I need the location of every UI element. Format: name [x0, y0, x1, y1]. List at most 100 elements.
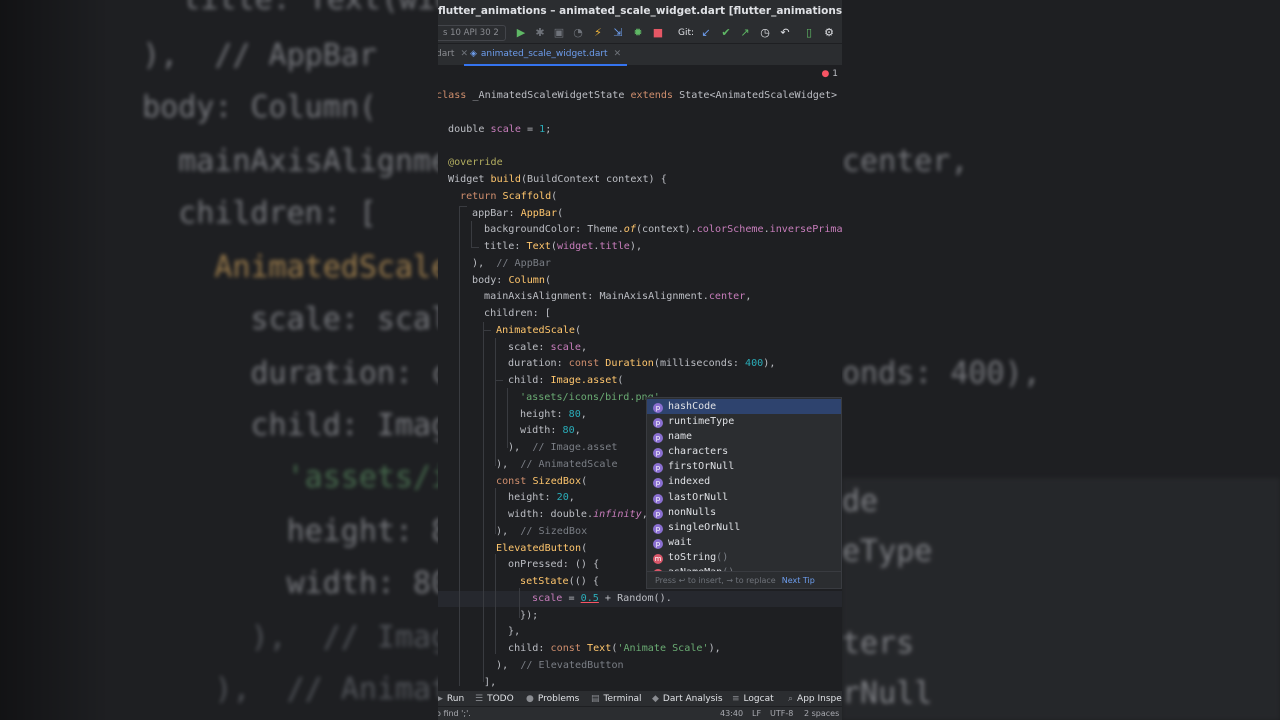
- app-inspection-icon: ⌕: [788, 694, 794, 704]
- dart-analysis-icon: ◆: [652, 694, 659, 704]
- code-line: ElevatedButton(: [496, 543, 588, 554]
- background-popup: de eType ters rNull: [842, 478, 1280, 720]
- completion-item[interactable]: p hashCode: [647, 399, 841, 415]
- code-line: width: double.infinity,: [508, 509, 648, 520]
- logcat-icon: ≡: [732, 694, 740, 704]
- indent-guide: [507, 388, 508, 448]
- dart-file-icon: ◈: [470, 49, 477, 59]
- code-line: height: 80,: [520, 409, 587, 420]
- code-line: 'assets/icons/bird.png',: [520, 392, 666, 403]
- completion-item[interactable]: p firstOrNull: [647, 459, 841, 474]
- tool-window-terminal[interactable]: ▤ Terminal: [591, 691, 642, 707]
- code-line: double scale = 1;: [448, 124, 552, 135]
- bg-line: child: Image: [106, 408, 468, 443]
- property-icon: p: [653, 539, 663, 549]
- code-line: body: Column(: [472, 275, 552, 286]
- tool-window-app-inspection[interactable]: ⌕ App Inspe: [788, 691, 842, 707]
- caret-position[interactable]: 43:40: [720, 707, 743, 720]
- bg-line: children: [: [106, 196, 377, 231]
- tab-animated-scale-widget[interactable]: ◈ animated_scale_widget.dart ✕: [464, 44, 628, 66]
- bg-line: ), // Animate: [106, 672, 468, 707]
- code-line: height: 20,: [508, 492, 575, 503]
- indent-setting[interactable]: 2 spaces: [804, 707, 839, 720]
- window-title: flutter_animations – animated_scale_widg…: [438, 0, 842, 22]
- tool-window-dart-analysis[interactable]: ◆ Dart Analysis: [652, 691, 723, 707]
- completion-item[interactable]: p wait: [647, 535, 841, 550]
- code-line: children: [: [484, 308, 551, 319]
- indent-guide: [495, 338, 496, 466]
- terminal-icon: ▤: [591, 694, 600, 704]
- stop-icon[interactable]: ■: [651, 26, 665, 40]
- completion-hint: Press ↩ to insert, → to replace: [655, 576, 776, 585]
- line-separator[interactable]: LF: [752, 707, 761, 720]
- code-line: Widget build(BuildContext context) {: [448, 174, 667, 185]
- git-update-icon[interactable]: ↙: [699, 26, 713, 40]
- code-line: scale = 0.5 + Random().: [532, 593, 672, 604]
- indent-guide: [483, 330, 491, 331]
- bg-popup-line: ters: [842, 626, 915, 661]
- completion-item[interactable]: p characters: [647, 444, 841, 459]
- editor-tabs: dart ✕ ◈ animated_scale_widget.dart ✕: [438, 44, 842, 66]
- profile-icon[interactable]: ◔: [571, 26, 585, 40]
- bg-line: width: 80,: [106, 566, 468, 601]
- tool-window-todo[interactable]: ☰ TODO: [475, 691, 514, 707]
- code-line: AnimatedScale(: [496, 325, 582, 336]
- code-line: const SizedBox(: [496, 476, 588, 487]
- git-commit-icon[interactable]: ✔: [719, 26, 733, 40]
- next-tip-link[interactable]: Next Tip: [782, 576, 815, 585]
- run-icon[interactable]: ▶: [514, 26, 528, 40]
- property-icon: p: [653, 403, 663, 413]
- completion-item[interactable]: p singleOrNull: [647, 520, 841, 535]
- completion-item[interactable]: p lastOrNull: [647, 490, 841, 505]
- completion-item[interactable]: p name: [647, 429, 841, 444]
- git-push-icon[interactable]: ↗: [738, 26, 752, 40]
- property-icon: p: [653, 448, 663, 458]
- indent-guide: [459, 206, 460, 686]
- flutter-inspector-icon[interactable]: ✹: [631, 26, 645, 40]
- code-editor[interactable]: ● 1 class _AnimatedScaleWidgetState exte…: [438, 66, 842, 690]
- completion-item[interactable]: p nonNulls: [647, 505, 841, 520]
- completion-item[interactable]: p runtimeType: [647, 414, 841, 429]
- code-line: scale: scale,: [508, 342, 588, 353]
- bg-line: duration: co: [106, 356, 468, 391]
- coverage-icon[interactable]: ▣: [552, 26, 566, 40]
- property-icon: p: [653, 524, 663, 534]
- hot-reload-icon[interactable]: ⚡: [591, 26, 605, 40]
- tool-window-logcat[interactable]: ≡ Logcat: [732, 691, 774, 707]
- code-line: title: Text(widget.title),: [484, 241, 643, 252]
- indent-guide: [495, 380, 503, 381]
- attach-icon[interactable]: ⇲: [611, 26, 625, 40]
- device-manager-icon[interactable]: ▯: [802, 26, 816, 40]
- code-line: ), // AnimatedScale: [496, 459, 618, 470]
- rollback-icon[interactable]: ↶: [778, 26, 792, 40]
- code-line: });: [520, 610, 539, 621]
- property-icon: p: [653, 463, 663, 473]
- device-selector[interactable]: s 10 API 30 2: [438, 25, 506, 41]
- indent-guide: [483, 322, 484, 682]
- code-line: return Scaffold(: [460, 191, 558, 202]
- close-icon[interactable]: ✕: [614, 49, 622, 59]
- tab-label: dart: [438, 49, 455, 59]
- completion-item[interactable]: m toString(): [647, 550, 841, 565]
- indent-guide: [471, 221, 472, 247]
- bg-line: body: Column(: [106, 90, 377, 125]
- file-encoding[interactable]: UTF-8: [770, 707, 793, 720]
- error-indicator[interactable]: ● 1: [822, 69, 838, 79]
- tab-label: animated_scale_widget.dart: [480, 49, 608, 59]
- history-icon[interactable]: ◷: [758, 26, 772, 40]
- bg-line: scale: scale: [106, 302, 468, 337]
- sdk-manager-icon[interactable]: ⚙: [822, 26, 836, 40]
- debug-icon[interactable]: ✱: [533, 26, 547, 40]
- tool-window-problems[interactable]: ● Problems: [526, 691, 579, 707]
- completion-item[interactable]: p indexed: [647, 474, 841, 489]
- code-line: setState(() {: [520, 576, 600, 587]
- property-icon: p: [653, 494, 663, 504]
- property-icon: p: [653, 418, 663, 428]
- property-icon: p: [653, 509, 663, 519]
- completion-popup[interactable]: p hashCode p runtimeType p name p characters…: [646, 397, 842, 589]
- code-line: class _AnimatedScaleWidgetState extends …: [438, 90, 842, 101]
- tool-window-run[interactable]: ▶ Run: [438, 691, 464, 707]
- bg-line: ), // AppBar: [106, 38, 377, 73]
- git-label: Git:: [678, 28, 695, 38]
- code-line: duration: const Duration(milliseconds: 4…: [508, 358, 776, 369]
